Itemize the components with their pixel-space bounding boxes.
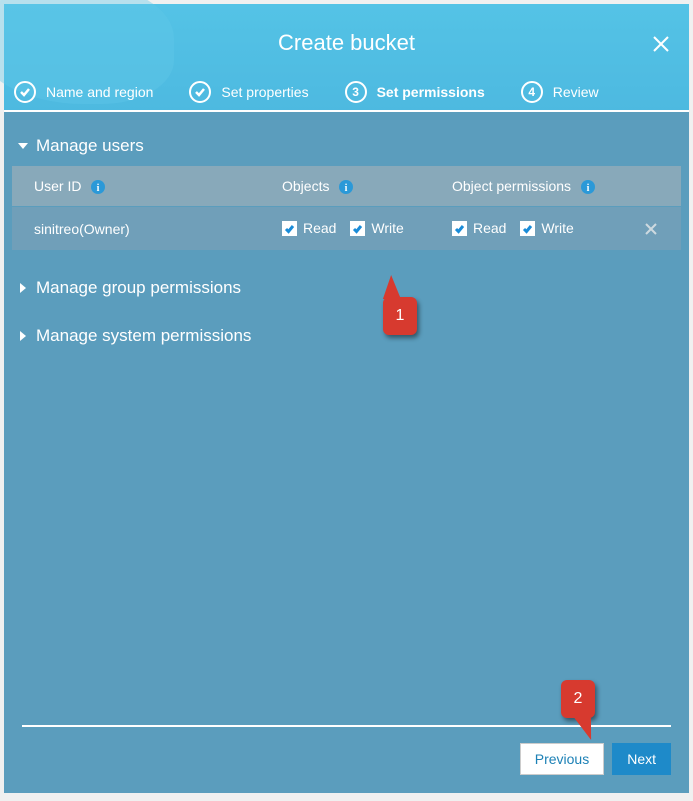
step-label: Review (553, 84, 599, 100)
step-label: Name and region (46, 84, 153, 100)
section-manage-system-permissions[interactable]: Manage system permissions (12, 316, 681, 356)
checkmark-icon (14, 81, 36, 103)
dialog-footer: Previous Next (4, 725, 689, 793)
objects-write-checkbox[interactable]: Write (350, 220, 403, 236)
user-id-value: sinitreo(Owner) (34, 221, 130, 237)
checkbox-checked-icon (520, 221, 535, 236)
checkbox-label: Read (473, 220, 506, 236)
step-review[interactable]: 4 Review (521, 73, 599, 111)
checkbox-label: Read (303, 220, 336, 236)
caret-right-icon (16, 281, 30, 295)
table-row: sinitreo(Owner) Read Write Read (12, 206, 681, 250)
caret-right-icon (16, 329, 30, 343)
svg-text:i: i (587, 183, 590, 194)
step-set-properties[interactable]: Set properties (189, 73, 308, 111)
col-object-permissions: Object permissions (452, 178, 571, 194)
objects-read-checkbox[interactable]: Read (282, 220, 336, 236)
dialog-header: Create bucket Name and region Set proper… (4, 4, 689, 112)
checkbox-checked-icon (350, 221, 365, 236)
step-label: Set permissions (377, 84, 485, 100)
info-icon[interactable]: i (91, 180, 105, 194)
step-label: Set properties (221, 84, 308, 100)
step-number-icon: 3 (345, 81, 367, 103)
permissions-read-checkbox[interactable]: Read (452, 220, 506, 236)
section-title: Manage group permissions (36, 278, 241, 298)
create-bucket-dialog: Create bucket Name and region Set proper… (4, 4, 689, 793)
section-manage-group-permissions[interactable]: Manage group permissions (12, 268, 681, 308)
delete-row-icon[interactable] (622, 221, 659, 237)
info-icon[interactable]: i (581, 180, 595, 194)
permissions-table-header: User ID i Objects i Object permissions i (12, 166, 681, 206)
next-button[interactable]: Next (612, 743, 671, 775)
dialog-title: Create bucket (4, 4, 689, 56)
caret-down-icon (16, 139, 30, 153)
section-title: Manage system permissions (36, 326, 251, 346)
previous-button[interactable]: Previous (520, 743, 604, 775)
permissions-write-checkbox[interactable]: Write (520, 220, 573, 236)
info-icon[interactable]: i (339, 180, 353, 194)
section-manage-users[interactable]: Manage users (12, 126, 681, 166)
checkbox-checked-icon (282, 221, 297, 236)
checkbox-label: Write (371, 220, 403, 236)
section-title: Manage users (36, 136, 144, 156)
dialog-body: Manage users User ID i Objects i Object … (4, 112, 689, 725)
svg-text:i: i (97, 183, 100, 194)
checkbox-label: Write (541, 220, 573, 236)
step-set-permissions[interactable]: 3 Set permissions (345, 73, 485, 111)
step-number-icon: 4 (521, 81, 543, 103)
wizard-steps: Name and region Set properties 3 Set per… (4, 74, 689, 112)
divider (22, 725, 671, 727)
close-icon[interactable] (645, 28, 677, 60)
button-row: Previous Next (22, 743, 671, 775)
svg-text:i: i (345, 183, 348, 194)
checkmark-icon (189, 81, 211, 103)
col-objects: Objects (282, 178, 329, 194)
col-user-id: User ID (34, 178, 81, 194)
step-name-and-region[interactable]: Name and region (14, 73, 153, 111)
checkbox-checked-icon (452, 221, 467, 236)
